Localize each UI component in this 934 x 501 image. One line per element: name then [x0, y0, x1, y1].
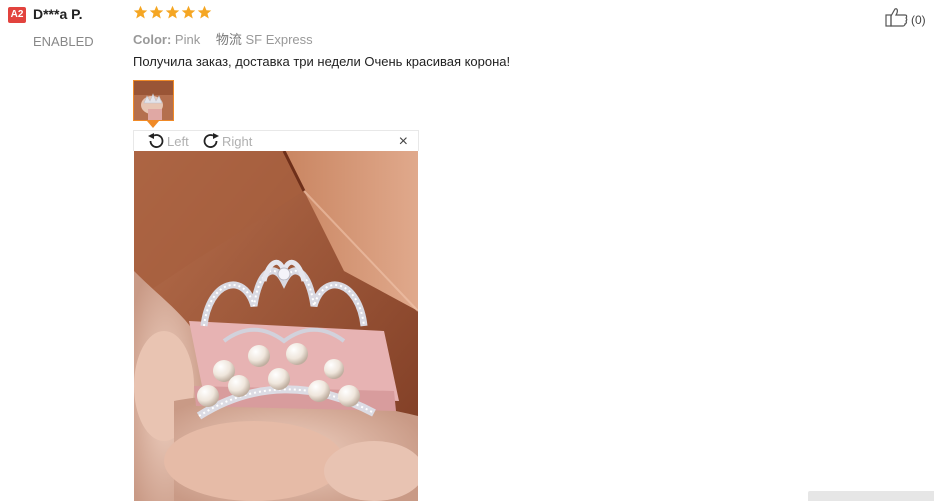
rotate-right-icon	[203, 133, 219, 148]
viewer-toolbar: Left Right ×	[133, 130, 419, 151]
thumbnail-image	[134, 81, 173, 120]
scrollbar-track[interactable]	[808, 491, 934, 501]
review-text: Получила заказ, доставка три недели Очен…	[133, 54, 511, 69]
review-meta: Color: Pink 物流 SF Express	[133, 29, 313, 48]
thumbnail-pointer	[147, 121, 159, 128]
rotate-left-icon	[148, 133, 164, 148]
review-photo-thumbnail[interactable]	[133, 80, 174, 121]
review-photo	[134, 151, 418, 501]
star-icon	[149, 5, 164, 19]
shipping-label: 物流	[215, 32, 242, 47]
close-icon[interactable]: ×	[399, 133, 408, 151]
star-icon	[165, 5, 180, 19]
star-rating	[133, 5, 212, 20]
shipping-value: SF Express	[245, 32, 313, 47]
rotate-right-button[interactable]: Right	[201, 132, 252, 150]
review-item: A2 D***a P. ENABLED Color: Pink 物流 SF Ex…	[0, 0, 934, 501]
thumb-up-icon	[885, 8, 908, 27]
rotate-right-label: Right	[222, 133, 253, 149]
country-badge: A2	[8, 7, 26, 23]
like-button[interactable]: (0)	[885, 7, 926, 27]
rotate-left-label: Left	[167, 133, 189, 149]
color-label: Color:	[133, 32, 172, 47]
star-icon	[181, 5, 196, 19]
reviewer-status: ENABLED	[33, 34, 94, 49]
reviewer-name: D***a P.	[33, 6, 83, 22]
like-count: (0)	[911, 13, 926, 27]
rotate-left-button[interactable]: Left	[146, 132, 189, 150]
photo-viewer: Left Right ×	[133, 130, 419, 501]
star-icon	[197, 5, 212, 19]
color-value: Pink	[174, 32, 201, 47]
star-icon	[133, 5, 148, 19]
